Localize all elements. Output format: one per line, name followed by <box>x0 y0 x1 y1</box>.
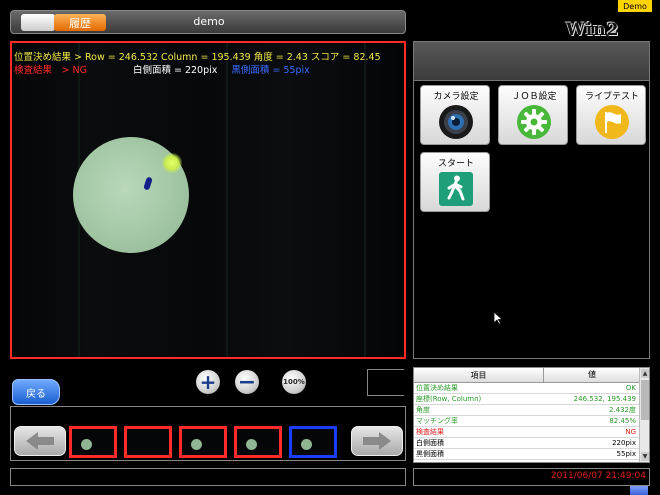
thumbnail-specimen <box>301 439 312 450</box>
zoom-readout-box <box>367 369 404 396</box>
result-item-name: 位置決め結果 <box>416 384 458 392</box>
result-item-value: 55pix <box>616 450 636 458</box>
result-item-name: 角度 <box>416 406 430 414</box>
walking-person-icon <box>439 172 473 206</box>
camera-lens-icon <box>439 105 473 139</box>
table-row: 白側面積 220pix <box>414 438 639 450</box>
scroll-up-icon[interactable]: ▲ <box>641 369 649 378</box>
next-button[interactable] <box>351 426 403 456</box>
left-arrow-icon <box>26 432 54 450</box>
result-item-name: マッチング率 <box>416 417 458 425</box>
overlay-white-area: 白側面積 = 220pix <box>132 65 218 76</box>
thumbnail-specimen <box>191 439 202 450</box>
table-row: 位置決め結果 OK <box>414 383 639 395</box>
camera-frame <box>12 43 404 357</box>
right-arrow-icon <box>363 432 391 450</box>
results-table-header: 項目 値 <box>414 368 639 383</box>
status-bar-left <box>10 468 406 486</box>
table-row: 黒側面積 55pix <box>414 449 639 461</box>
thumbnail-5[interactable] <box>289 426 337 458</box>
table-row: 座標(Row, Column) 246.532, 195.439 <box>414 394 639 406</box>
column-header-value: 値 <box>543 368 640 382</box>
live-test-label: ライブテスト <box>584 92 639 102</box>
overlay-inspection-result: 検査結果 > NG <box>14 65 87 76</box>
thumbnail-1[interactable] <box>69 426 117 458</box>
zoom-in-button[interactable]: + <box>196 370 220 394</box>
result-item-name: 白側面積 <box>416 439 444 447</box>
panel-header <box>413 41 650 81</box>
result-item-value: 220pix <box>612 439 636 447</box>
live-test-button[interactable]: ライブテスト <box>576 85 646 145</box>
job-settings-label: ＪＯＢ設定 <box>511 92 557 102</box>
previous-button[interactable] <box>14 426 66 456</box>
start-button[interactable]: スタート <box>420 152 490 212</box>
thumbnail-4[interactable] <box>234 426 282 458</box>
camera-image-view[interactable]: 位置決め結果 > Row = 246.532 Column = 195.439 … <box>10 41 406 359</box>
flag-icon <box>595 105 629 139</box>
thumbnail-2[interactable] <box>124 426 172 458</box>
status-bar-right: 2011/06/07 21:49:04 <box>413 468 650 486</box>
overlay-inspection-line: 検査結果 > NG 白側面積 = 220pix 黒側面積 = 55pix <box>14 65 310 77</box>
result-item-value: 82.45% <box>609 417 636 425</box>
results-table: 項目 値 位置決め結果 OK 座標(Row, Column) 246.532, 195… <box>413 367 650 463</box>
specimen-glint <box>162 153 182 173</box>
mouse-cursor-icon <box>493 311 503 325</box>
title-bar: 履歴 demo <box>10 10 406 34</box>
table-row: マッチング率 82.45% <box>414 416 639 428</box>
resize-corner[interactable] <box>630 486 648 495</box>
column-header-item: 項目 <box>470 371 487 380</box>
start-label: スタート <box>437 159 474 169</box>
scroll-thumb[interactable] <box>641 380 649 420</box>
result-item-value: 2.432度 <box>608 406 636 414</box>
scroll-down-icon[interactable]: ▼ <box>641 452 649 461</box>
camera-settings-button[interactable]: カメラ設定 <box>420 85 490 145</box>
thumbnail-strip <box>10 406 406 461</box>
zoom-100-button[interactable]: 100% <box>282 370 306 394</box>
thumbnail-specimen <box>246 439 257 450</box>
result-item-value: NG <box>625 428 636 436</box>
job-settings-button[interactable]: ＪＯＢ設定 <box>498 85 568 145</box>
camera-settings-label: カメラ設定 <box>433 92 479 102</box>
result-item-name: 黒側面積 <box>416 450 444 458</box>
thumbnail-3[interactable] <box>179 426 227 458</box>
timestamp: 2011/06/07 21:49:04 <box>550 471 646 481</box>
results-scrollbar[interactable]: ▲ ▼ <box>639 368 649 462</box>
gear-icon <box>517 105 551 139</box>
result-item-name: 検査結果 <box>416 428 444 436</box>
table-row: 角度 2.432度 <box>414 405 639 417</box>
demo-badge: Demo <box>618 0 652 12</box>
thumbnail-specimen <box>81 439 92 450</box>
result-item-value: 246.532, 195.439 <box>573 395 636 403</box>
overlay-black-area: 黒側面積 = 55pix <box>231 65 310 76</box>
table-row: 検査結果 NG <box>414 427 639 439</box>
window-title: demo <box>193 15 225 28</box>
result-item-value: OK <box>625 384 636 392</box>
back-button[interactable]: 戻る <box>12 379 60 405</box>
result-item-name: 座標(Row, Column) <box>416 395 482 403</box>
zoom-out-button[interactable]: − <box>235 370 259 395</box>
overlay-position-result: 位置決め結果 > Row = 246.532 Column = 195.439 … <box>14 52 381 63</box>
